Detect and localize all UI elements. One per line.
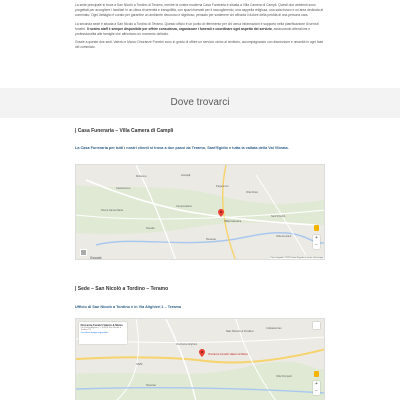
zoom-control[interactable]: + − [313, 235, 320, 249]
section-band: Dove trovarci [0, 88, 400, 118]
location-2-subheading: Ufficio di San Nicolò a Tordino è in Via… [75, 305, 182, 309]
map-label-business: Onoranze Funebri Valerio & Marco [208, 353, 248, 356]
map-pin-icon[interactable] [199, 349, 205, 357]
map-label-teramo-2: Teramo [146, 383, 157, 387]
map-label-sant-onofrio: Sant'Onofrio [271, 215, 286, 218]
map-label-ss80: SS80 [136, 363, 143, 366]
zoom-in-icon[interactable]: + [313, 235, 320, 242]
map-label-villa-camera: Villa Camera [224, 219, 242, 223]
map-label-colleatterrato: Colleatterrato [266, 327, 282, 330]
intro-paragraph-3: Grazie a queste due sedi, Valerio e Marc… [75, 40, 324, 49]
map-label-villa-rossi: Villa Rossi [246, 191, 259, 194]
zoom-out-icon[interactable]: − [313, 242, 320, 249]
map-label-san-nicolo: San Nicolò a Tordino [226, 329, 254, 333]
map-label-castelnuovo: Castelnuovo [116, 187, 131, 190]
location-1-heading: | Casa Funeraria – Villa Camera di Campl… [75, 128, 174, 134]
map-campli[interactable]: Campli Molleone Castelnuovo Pagannoni Vi… [75, 164, 325, 260]
zoom-control[interactable]: + − [313, 381, 320, 395]
map-label-villa-pompetti: Villa Pompetti [276, 375, 292, 378]
section-title: Dove trovarci [170, 97, 230, 108]
map-label-rocca-santa-maria: Rocca Santa Maria [101, 209, 124, 212]
zoom-out-icon[interactable]: − [313, 388, 320, 395]
location-2-heading: | Sede – San Nicolò a Tordino – Teramo [75, 286, 169, 292]
intro-paragraph-2: La seconda sede è situata a San Nicolò a… [75, 21, 319, 36]
map-label-villa-ascolani: Villa Ascolani [276, 235, 292, 238]
map-label-nocella: Nocella [146, 227, 155, 230]
zoom-in-icon[interactable]: + [313, 381, 320, 388]
map-san-nicolo[interactable]: Onoranze Funebri Valerio & Marco Via Dan… [75, 318, 325, 400]
info-card-link[interactable]: Visualizza mappa ingrandita [81, 332, 126, 335]
map-label-campovalano: Campovalano [176, 205, 193, 208]
map-label-pagannoni: Pagannoni [216, 185, 229, 188]
map-label-via-dante: Via Dante Alighieri [176, 343, 198, 346]
map-info-card: Onoranze Funebri Valerio & Marco Via Dan… [79, 322, 127, 344]
map-pin-icon[interactable] [218, 209, 224, 217]
map-attribution[interactable]: Dati cartografici ©2025 Termini Segnala … [269, 257, 324, 259]
intro-text: La sede principale si trova a San Nicolò… [75, 3, 325, 54]
location-1-description: La Casa Funeraria per tutti i nostri cli… [75, 146, 289, 150]
map-layers-thumbnail[interactable] [80, 249, 87, 256]
intro-paragraph-1: La sede principale si trova a San Nicolò… [75, 3, 324, 17]
fullscreen-icon[interactable] [313, 322, 320, 329]
pegman-icon[interactable] [314, 371, 319, 377]
google-logo: Google [90, 256, 102, 260]
map-label-campli: Campli [181, 173, 191, 177]
map-campli-canvas [76, 165, 324, 259]
map-label-molleone: Molleone [136, 175, 147, 178]
map-label-teramo: Teramo [206, 237, 217, 241]
pegman-icon[interactable] [314, 225, 319, 231]
